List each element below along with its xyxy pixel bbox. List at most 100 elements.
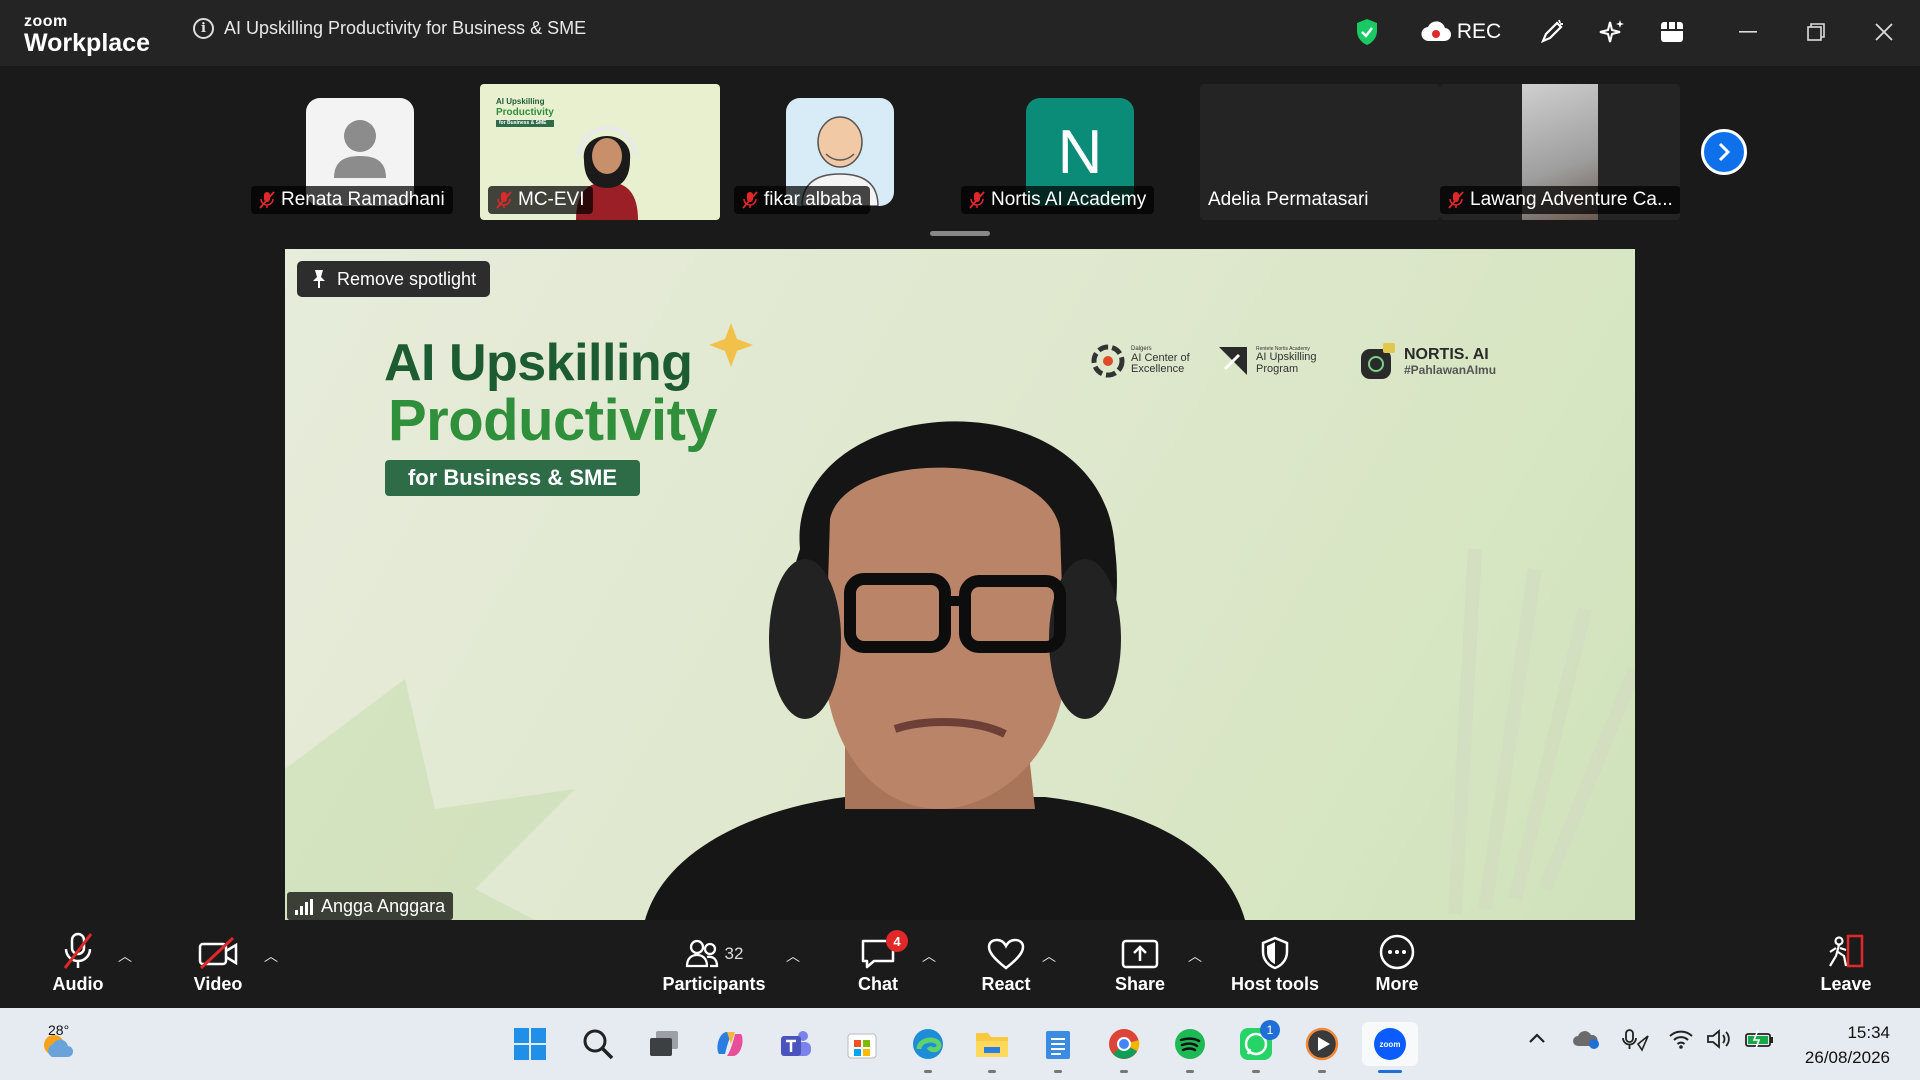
leave-button[interactable]: Leave [1818, 932, 1874, 995]
volume-icon[interactable] [1706, 1028, 1732, 1055]
meeting-info[interactable]: i AI Upskilling Productivity for Busines… [193, 18, 586, 39]
weather-temperature: 28° [48, 1022, 70, 1038]
chevron-right-icon [1718, 142, 1731, 162]
taskbar-app-notepad[interactable] [1040, 1026, 1076, 1062]
participant-tile[interactable]: Lawang Adventure Ca... [1440, 84, 1680, 220]
host-tools-label: Host tools [1231, 974, 1319, 994]
teams-icon [781, 1031, 811, 1056]
info-icon[interactable]: i [193, 18, 214, 39]
taskbar-app-chrome[interactable] [1106, 1026, 1142, 1062]
restore-icon [1807, 23, 1825, 41]
participant-name-tag: Renata Ramadhani [251, 186, 453, 214]
speaker-video [645, 421, 1245, 920]
taskbar-app-store[interactable] [844, 1026, 880, 1062]
video-label: Video [193, 974, 243, 994]
spotlight-video: AI Upskilling Productivity for Business … [285, 249, 1635, 920]
task-view-button[interactable] [646, 1026, 682, 1062]
notepad-icon [1046, 1031, 1070, 1059]
participant-name: MC-EVI [518, 189, 585, 210]
video-off-icon [197, 932, 239, 970]
participant-name: Adelia Permatasari [1208, 189, 1369, 210]
taskbar-app-zoom[interactable]: zoom [1362, 1022, 1418, 1066]
participant-tile[interactable]: fikar albaba [726, 84, 906, 220]
react-button[interactable]: React [978, 932, 1034, 995]
running-indicator [924, 1070, 932, 1073]
zoom-app-icon: zoom [1374, 1028, 1406, 1060]
video-options-chevron-up-icon[interactable]: ︿ [264, 946, 278, 966]
filmstrip-next-button[interactable] [1701, 129, 1747, 175]
running-indicator [988, 1070, 996, 1073]
taskbar-app-file-explorer[interactable] [974, 1026, 1010, 1062]
running-indicator [1054, 1070, 1062, 1073]
participants-options-chevron-up-icon[interactable]: ︿ [786, 946, 800, 966]
windows-taskbar: 28° 1 zoom 15:34 26/08/2026 [0, 1008, 1920, 1080]
participant-tile[interactable]: AI Upskilling Productivity for Business … [480, 84, 720, 220]
participant-name: Renata Ramadhani [281, 189, 445, 210]
onedrive-icon[interactable] [1572, 1028, 1600, 1055]
taskbar-app-spotify[interactable] [1172, 1026, 1208, 1062]
logo-workplace-text: Workplace [24, 29, 150, 57]
view-layout-icon[interactable] [1654, 14, 1690, 50]
taskbar-app-copilot[interactable] [712, 1026, 748, 1062]
show-hidden-icons-chevron-up-icon[interactable] [1528, 1028, 1546, 1049]
start-button[interactable] [512, 1026, 548, 1062]
task-view-icon [650, 1031, 678, 1056]
react-options-chevron-up-icon[interactable]: ︿ [1042, 946, 1056, 966]
microsoft-store-icon [847, 1033, 877, 1059]
video-button[interactable]: Video [190, 932, 246, 995]
leave-label: Leave [1820, 974, 1872, 994]
media-player-icon [1305, 1027, 1339, 1061]
active-indicator [1378, 1070, 1402, 1073]
close-button[interactable] [1864, 14, 1904, 50]
taskbar-app-whatsapp[interactable]: 1 [1238, 1020, 1280, 1062]
thumb-slide-text: AI Upskilling Productivity for Business … [496, 97, 554, 128]
chat-button[interactable]: 4 Chat [850, 930, 908, 995]
security-shield-icon[interactable] [1350, 14, 1384, 50]
search-button[interactable] [580, 1026, 616, 1062]
remove-spotlight-button[interactable]: Remove spotlight [297, 261, 491, 297]
participants-label: Participants [662, 974, 766, 994]
participant-name: Lawang Adventure Ca... [1470, 189, 1673, 210]
audio-options-chevron-up-icon[interactable]: ︿ [118, 946, 132, 966]
taskbar-app-media-player[interactable] [1304, 1026, 1340, 1062]
leave-door-icon [1826, 932, 1866, 970]
participants-icon: 32 [685, 932, 744, 970]
participant-name: Nortis AI Academy [991, 189, 1147, 210]
battery-charging-icon[interactable] [1744, 1028, 1774, 1055]
more-button[interactable]: More [1369, 932, 1425, 995]
connection-signal-icon [295, 899, 313, 915]
participant-tile[interactable]: Renata Ramadhani [243, 84, 473, 220]
taskbar-app-teams[interactable] [778, 1026, 814, 1062]
running-indicator [1318, 1070, 1326, 1073]
thumb-slide-line3: for Business & SME [496, 119, 554, 128]
chat-options-chevron-up-icon[interactable]: ︿ [922, 946, 936, 966]
restore-button[interactable] [1796, 14, 1836, 50]
host-tools-button[interactable]: Host tools [1225, 932, 1325, 995]
participants-button[interactable]: 32 Participants [662, 932, 766, 995]
weather-widget[interactable]: 28° [28, 1022, 88, 1062]
audio-button[interactable]: Audio [50, 932, 106, 995]
record-button[interactable]: REC [1416, 14, 1506, 50]
folder-icon [976, 1033, 1008, 1057]
remove-spotlight-label: Remove spotlight [337, 268, 477, 289]
mic-muted-icon [259, 191, 275, 209]
taskbar-app-edge[interactable] [910, 1026, 946, 1062]
participants-count: 32 [724, 944, 744, 963]
wifi-icon[interactable] [1668, 1028, 1694, 1055]
participant-tile[interactable]: N Nortis AI Academy [956, 84, 1156, 220]
running-indicator [1120, 1070, 1128, 1073]
minimize-button[interactable] [1728, 14, 1768, 50]
chat-icon: 4 [860, 930, 908, 970]
microphone-in-use-icon[interactable] [1620, 1028, 1650, 1057]
share-options-chevron-up-icon[interactable]: ︿ [1188, 946, 1202, 966]
mic-muted-icon [61, 932, 95, 970]
filmstrip-scroll-indicator[interactable] [930, 231, 990, 236]
share-button[interactable]: Share [1112, 932, 1168, 995]
minimize-icon [1739, 31, 1757, 33]
mic-muted-icon [1448, 191, 1464, 209]
mic-muted-icon [496, 191, 512, 209]
system-clock[interactable]: 15:34 26/08/2026 [1805, 1020, 1890, 1070]
ai-companion-icon[interactable] [1594, 14, 1630, 50]
participant-tile[interactable]: Adelia Permatasari [1200, 84, 1440, 220]
whiteboard-pen-icon[interactable] [1534, 14, 1570, 50]
